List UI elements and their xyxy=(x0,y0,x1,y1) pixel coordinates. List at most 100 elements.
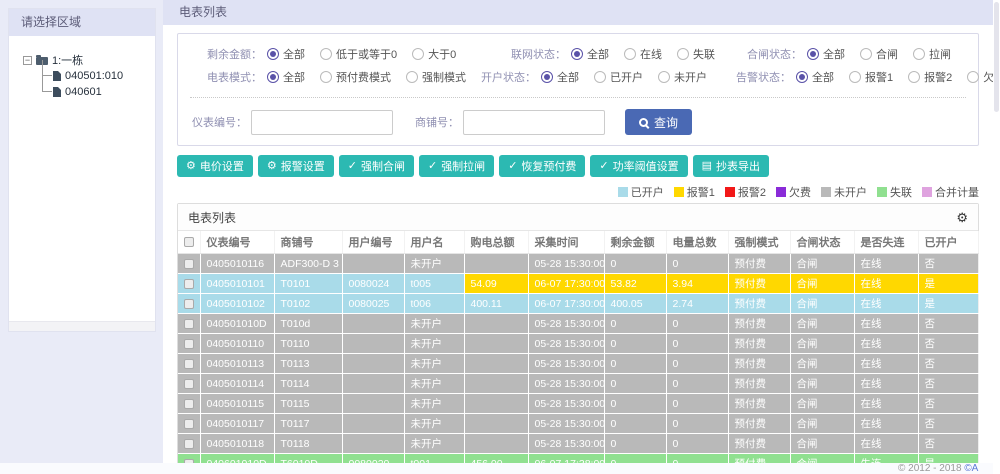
table-cell: 预付费 xyxy=(728,253,791,274)
row-checkbox[interactable] xyxy=(184,258,194,269)
price-setting-button[interactable]: ⚙ 电价设置 xyxy=(177,155,253,177)
page-scrollbar[interactable] xyxy=(993,0,1000,474)
radio-option-meter-mode[interactable]: 全部 xyxy=(267,69,305,85)
column-header[interactable]: 采集时间 xyxy=(528,231,605,254)
table-cell: 是 xyxy=(918,293,979,314)
table-row[interactable]: 0405010118 T0118 未开户 05-28 15:30:00 0 0 预付费 合闸在… xyxy=(178,433,979,454)
column-header[interactable]: 电量总数 xyxy=(666,231,729,254)
table-row[interactable]: 040501010D T010d 未开户 05-28 15:30:00 0 0 预付费 合闸在… xyxy=(178,313,979,334)
table-row[interactable]: 0405010117 T0117 未开户 05-28 15:30:00 0 0 预付费 合闸在… xyxy=(178,413,979,434)
select-all-checkbox[interactable] xyxy=(184,237,194,248)
table-cell: 合闸 xyxy=(790,393,855,414)
table-cell: 在线 xyxy=(854,293,919,314)
table-cell xyxy=(464,433,529,454)
table-row[interactable]: 0405010114 T0114 未开户 05-28 15:30:00 0 0 预付费 合闸在… xyxy=(178,373,979,394)
column-header[interactable]: 仪表编号 xyxy=(200,231,275,254)
column-header[interactable]: 用户名 xyxy=(404,231,465,254)
radio-option-switch-status[interactable]: 合闸 xyxy=(860,46,898,62)
table-cell: 0405010118 xyxy=(200,433,275,454)
radio-option-alarm-status[interactable]: 全部 xyxy=(796,69,834,85)
table-cell: 预付费 xyxy=(728,413,791,434)
toolbar: ⚙ 电价设置 ⚙ 报警设置 ✓ 强制合闸 ✓ 强制拉闸 ✓ 恢复预付费 ✓ 功率阈值设置 ▤ 抄表导出 xyxy=(177,155,979,177)
table-row[interactable]: 0405010102 T0102 0080025 t006 400.11 06-07 17… xyxy=(178,293,979,314)
table-row[interactable]: 0405010101 T0101 0080024 t005 54.09 06-07 17:… xyxy=(178,273,979,294)
table-row[interactable]: 0405010116 ADF300-D 3 未开户 05-28 15:30:00 0 0 预… xyxy=(178,253,979,274)
radio-option-remaining-amount[interactable]: 低于或等于0 xyxy=(320,46,397,62)
row-checkbox[interactable] xyxy=(184,438,194,449)
radio-option-account-status[interactable]: 已开户 xyxy=(594,69,643,85)
row-checkbox[interactable] xyxy=(184,298,194,309)
row-checkbox[interactable] xyxy=(184,358,194,369)
power-threshold-button[interactable]: ✓ 功率阈值设置 xyxy=(590,155,688,177)
search-button[interactable]: 查询 xyxy=(625,109,693,135)
radio-option-alarm-status[interactable]: 欠费 xyxy=(967,69,993,85)
tree-node[interactable]: 040501:010 xyxy=(41,60,155,84)
table-cell: 0 xyxy=(604,413,667,434)
table-cell: 未开户 xyxy=(404,313,465,334)
table-cell: 未开户 xyxy=(404,373,465,394)
force-close-button[interactable]: ✓ 强制合闸 xyxy=(338,155,414,177)
table-cell: 否 xyxy=(918,253,979,274)
table-cell: 否 xyxy=(918,373,979,394)
row-checkbox[interactable] xyxy=(184,398,194,409)
column-header[interactable]: 是否失连 xyxy=(854,231,919,254)
check-icon: ✓ xyxy=(347,159,357,172)
row-checkbox-cell xyxy=(178,413,201,434)
sidebar-scrollbar[interactable] xyxy=(9,321,155,331)
legend-item: 报警1 xyxy=(673,184,715,200)
radio-option-network-status[interactable]: 在线 xyxy=(624,46,662,62)
row-checkbox[interactable] xyxy=(184,418,194,429)
shop-no-input[interactable] xyxy=(463,109,605,135)
radio-icon xyxy=(967,70,980,83)
table-cell: 是 xyxy=(918,453,979,463)
row-checkbox[interactable] xyxy=(184,338,194,349)
row-checkbox[interactable] xyxy=(184,318,194,329)
legend-item: 已开户 xyxy=(617,184,664,200)
scrollbar-thumb[interactable] xyxy=(994,2,999,112)
radio-option-remaining-amount[interactable]: 大于0 xyxy=(412,46,456,62)
meter-no-input[interactable] xyxy=(251,109,393,135)
row-checkbox[interactable] xyxy=(184,278,194,289)
radio-option-switch-status[interactable]: 全部 xyxy=(807,46,845,62)
page-footer: © 2012 - 2018 ©A xyxy=(0,463,1000,474)
table-row[interactable]: 0405010115 T0115 未开户 05-28 15:30:00 0 0 预付费 合闸在… xyxy=(178,393,979,414)
radio-option-network-status[interactable]: 失联 xyxy=(677,46,715,62)
column-header[interactable]: 购电总额 xyxy=(464,231,529,254)
column-header[interactable]: 商铺号 xyxy=(274,231,343,254)
table-cell xyxy=(464,373,529,394)
radio-option-switch-status[interactable]: 拉闸 xyxy=(913,46,951,62)
radio-option-account-status[interactable]: 全部 xyxy=(541,69,579,85)
restore-prepaid-button[interactable]: ✓ 恢复预付费 xyxy=(499,155,586,177)
meter-list-panel: 电表列表 剩余金额： 全部 低于或等于0 大于0 联网状态： 全部 在线 失联 合闸状态： 全部合… xyxy=(163,0,993,463)
copyright-link[interactable]: ©A xyxy=(964,463,978,474)
radio-icon xyxy=(412,47,425,60)
row-checkbox[interactable] xyxy=(184,378,194,389)
column-header[interactable]: 已开户 xyxy=(918,231,979,254)
radio-option-alarm-status[interactable]: 报警2 xyxy=(908,69,952,85)
table-cell: 失连 xyxy=(854,453,919,463)
radio-option-meter-mode[interactable]: 强制模式 xyxy=(406,69,466,85)
table-cell: 合闸 xyxy=(790,333,855,354)
column-header[interactable]: 用户编号 xyxy=(342,231,405,254)
column-header[interactable]: 剩余金额 xyxy=(604,231,667,254)
radio-option-meter-mode[interactable]: 预付费模式 xyxy=(320,69,391,85)
table-row[interactable]: 0405010113 T0113 未开户 05-28 15:30:00 0 0 预付费 合闸在… xyxy=(178,353,979,374)
table-cell: 否 xyxy=(918,353,979,374)
table-row[interactable]: 0405010110 T0110 未开户 05-28 15:30:00 0 0 预付费 合闸在… xyxy=(178,333,979,354)
column-header[interactable]: 合闸状态 xyxy=(790,231,855,254)
table-settings-icon[interactable]: ⚙ xyxy=(956,211,968,224)
table-row[interactable]: 040601010DT6010D0080020t001456.0006-07 1… xyxy=(178,453,979,463)
radio-option-remaining-amount[interactable]: 全部 xyxy=(267,46,305,62)
radio-option-account-status[interactable]: 未开户 xyxy=(658,69,707,85)
radio-label: 已开户 xyxy=(610,71,643,84)
force-trip-button[interactable]: ✓ 强制拉闸 xyxy=(418,155,495,177)
radio-option-network-status[interactable]: 全部 xyxy=(571,46,609,62)
column-header[interactable]: 强制模式 xyxy=(728,231,791,254)
force-trip-label: 强制拉闸 xyxy=(441,161,486,173)
tree-collapse-icon[interactable]: − xyxy=(23,55,32,65)
restore-prepaid-label: 恢复预付费 xyxy=(521,161,577,173)
radio-option-alarm-status[interactable]: 报警1 xyxy=(849,69,893,85)
alarm-setting-button[interactable]: ⚙ 报警设置 xyxy=(257,155,334,177)
tree-node[interactable]: 040601 xyxy=(41,76,155,100)
meter-export-button[interactable]: ▤ 抄表导出 xyxy=(692,155,770,177)
